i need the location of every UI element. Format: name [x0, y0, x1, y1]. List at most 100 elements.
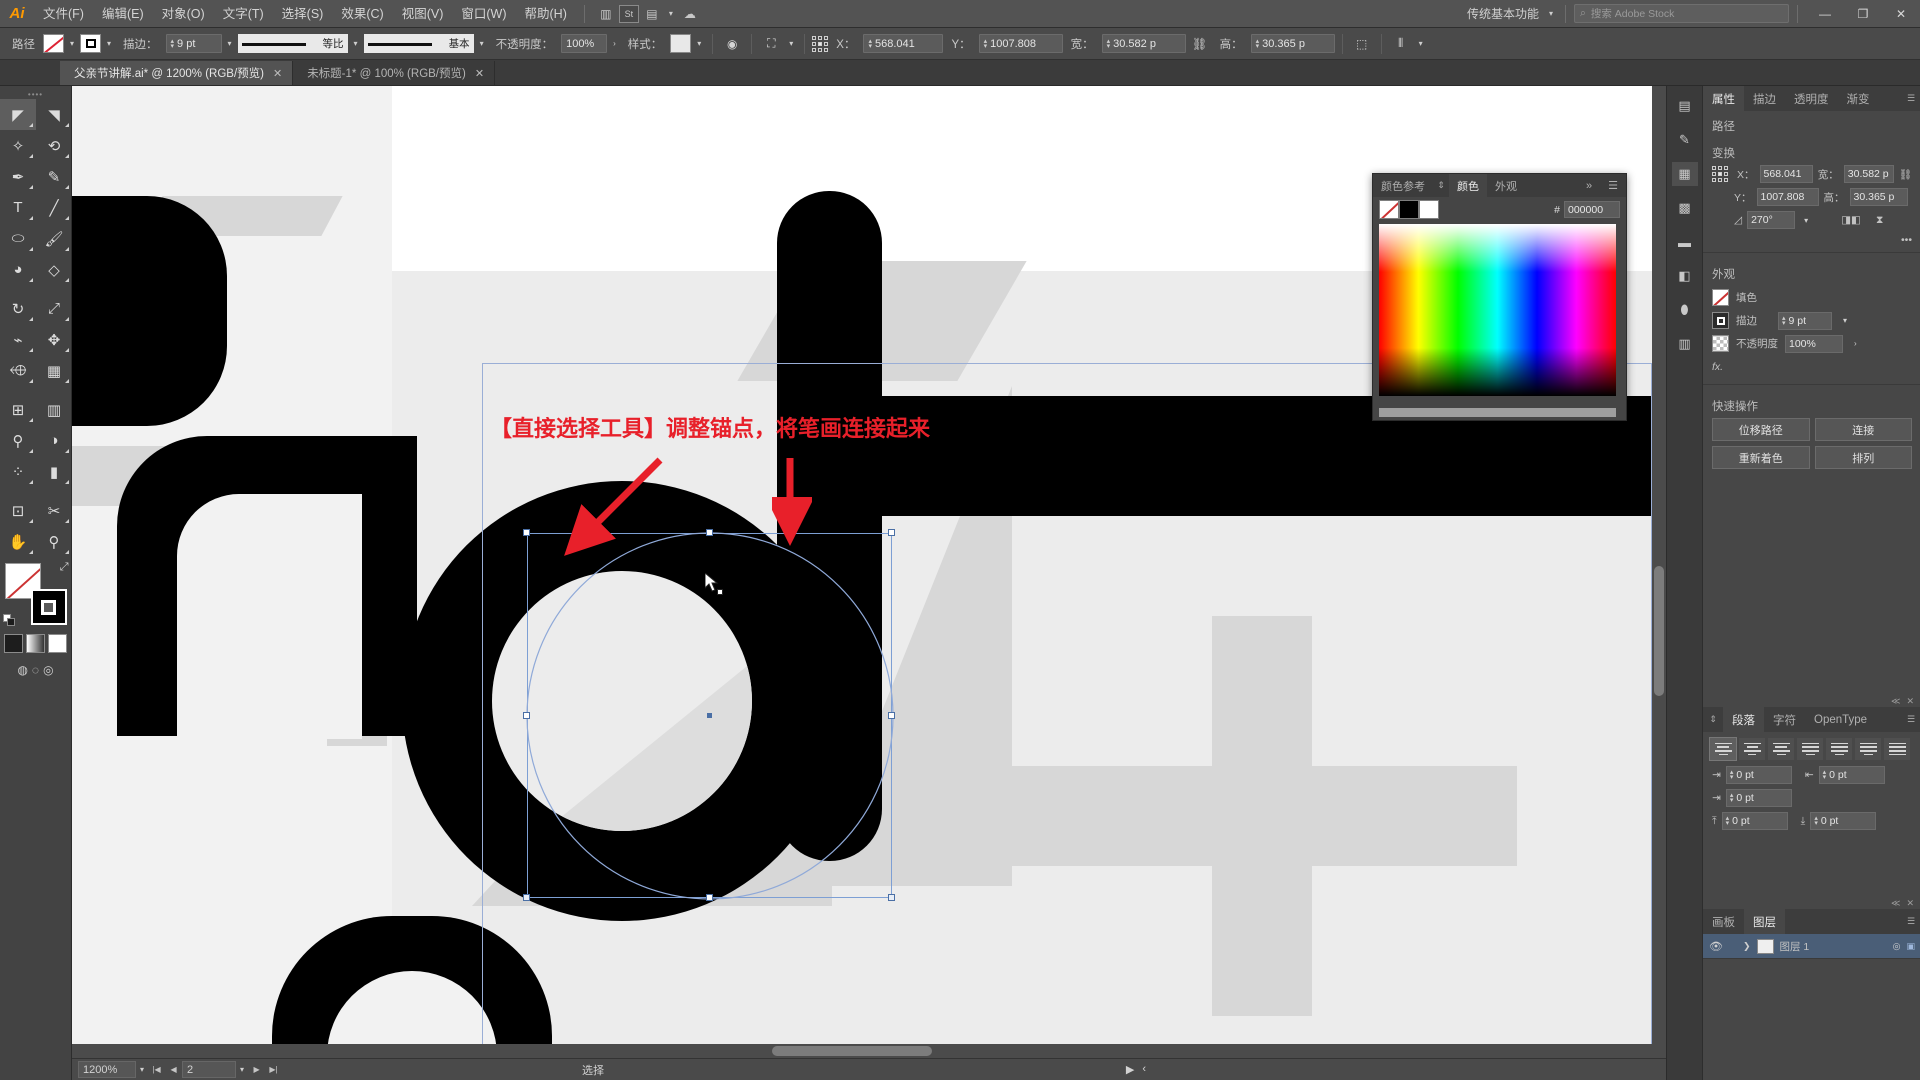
- stepper-icon[interactable]: ▴ ▾: [1814, 815, 1818, 827]
- swatch-white[interactable]: [1419, 200, 1439, 219]
- none-button[interactable]: [48, 634, 67, 653]
- artboard-tool[interactable]: ⊡: [0, 495, 36, 526]
- width-input[interactable]: ▴ ▾ 30.582 p: [1101, 34, 1186, 53]
- left-indent-input[interactable]: ▴ ▾ 0 pt: [1725, 766, 1792, 784]
- transform-more-options[interactable]: •••: [1901, 234, 1912, 246]
- menu-type[interactable]: 文字(T): [214, 0, 273, 28]
- status-text[interactable]: 选择: [582, 1062, 604, 1078]
- brushes-icon[interactable]: ✎: [1672, 128, 1698, 152]
- menu-object[interactable]: 对象(O): [153, 0, 214, 28]
- tab-transparency[interactable]: 透明度: [1785, 86, 1838, 111]
- zoom-chevron-icon[interactable]: ▾: [136, 1065, 148, 1074]
- swatch-black[interactable]: [1399, 200, 1419, 219]
- constrain-proportions-icon[interactable]: ⛓: [1188, 33, 1212, 55]
- minimize-button[interactable]: —: [1806, 0, 1844, 28]
- curvature-tool[interactable]: ✎: [36, 161, 72, 192]
- next-page-button[interactable]: ▶: [248, 1059, 265, 1080]
- variable-width-profile-select[interactable]: 等比: [237, 34, 348, 53]
- type-tool[interactable]: T: [0, 192, 36, 223]
- shape-builder-tool[interactable]: ⬲: [0, 355, 36, 386]
- layer-expand-icon[interactable]: ❯: [1743, 941, 1751, 952]
- x-input[interactable]: ▴ ▾ 568.041: [863, 34, 944, 53]
- canvas-horizontal-scrollbar[interactable]: [72, 1044, 1652, 1058]
- hand-tool[interactable]: ✋: [0, 526, 36, 557]
- gradient-button[interactable]: [26, 634, 45, 653]
- rotate-tool[interactable]: ↻: [0, 293, 36, 324]
- layer-visibility-icon[interactable]: 👁: [1709, 940, 1723, 953]
- transform-icon[interactable]: ⛶: [759, 33, 783, 55]
- stroke-weight-chevron-icon[interactable]: ▾: [1839, 316, 1851, 325]
- align-right-button[interactable]: [1768, 738, 1794, 760]
- swatch-none[interactable]: [1379, 200, 1399, 219]
- color-spectrum[interactable]: [1379, 224, 1616, 396]
- document-tab-1[interactable]: 父亲节讲解.ai* @ 1200% (RGB/预览) ✕: [60, 61, 294, 85]
- free-transform-tool[interactable]: ✥: [36, 324, 72, 355]
- close-panel-icon[interactable]: ✕: [1906, 898, 1914, 909]
- y-input[interactable]: ▴ ▾ 1007.808: [978, 34, 1063, 53]
- restore-button[interactable]: ❐: [1844, 0, 1882, 28]
- layer-list-empty-area[interactable]: [1703, 959, 1920, 1080]
- fx-icon[interactable]: fx.: [1712, 361, 1723, 373]
- status-expand-icon[interactable]: ▶: [1126, 1063, 1134, 1076]
- shaper-tool[interactable]: ◕: [0, 254, 36, 285]
- column-graph-tool[interactable]: ▮: [36, 456, 72, 487]
- gradient-panel-icon[interactable]: ◧: [1672, 264, 1698, 288]
- align-center-button[interactable]: [1739, 738, 1765, 760]
- tab-color-guide[interactable]: 颜色参考: [1373, 174, 1433, 197]
- opacity-expand-icon[interactable]: ›: [609, 39, 620, 48]
- color-panel-menu-icon[interactable]: ☰: [1600, 174, 1626, 197]
- align-icon[interactable]: ⬚: [1350, 33, 1374, 55]
- direct-selection-tool[interactable]: ◥: [36, 99, 72, 130]
- color-button[interactable]: [4, 634, 23, 653]
- fill-chevron-icon[interactable]: ▾: [66, 39, 78, 48]
- libraries-icon[interactable]: ▤: [1672, 94, 1698, 118]
- tab-layers[interactable]: 图层: [1744, 909, 1785, 934]
- tab-properties[interactable]: 属性: [1703, 86, 1744, 111]
- hex-input[interactable]: 000000: [1564, 201, 1620, 218]
- lasso-tool[interactable]: ⟲: [36, 130, 72, 161]
- color-panel-expand-icon[interactable]: »: [1578, 174, 1600, 197]
- eraser-tool[interactable]: ◇: [36, 254, 72, 285]
- slice-tool[interactable]: ✂: [36, 495, 72, 526]
- appearance-stroke-weight-input[interactable]: ▴ ▾ 9 pt: [1778, 311, 1832, 330]
- tab-character[interactable]: 字符: [1764, 707, 1805, 732]
- ellipse-tool[interactable]: ⬭: [0, 223, 36, 254]
- bridge-icon[interactable]: ▥: [593, 3, 619, 25]
- color-ramp-bar[interactable]: [1379, 408, 1616, 417]
- flip-vertical-icon[interactable]: ⧗: [1876, 214, 1883, 227]
- chevron-down-icon[interactable]: ▾: [665, 9, 677, 18]
- selection-tool[interactable]: ◤: [0, 99, 36, 130]
- align-left-button[interactable]: [1709, 737, 1737, 761]
- arrange-documents-icon[interactable]: ▤: [639, 3, 665, 25]
- join-button[interactable]: 连接: [1814, 418, 1912, 441]
- justify-last-right-button[interactable]: [1855, 738, 1881, 760]
- collapse-icon[interactable]: ≪: [1891, 696, 1900, 707]
- color-panel[interactable]: 颜色参考 ⇕ 颜色 外观 » ☰ # 000000: [1372, 173, 1627, 421]
- menu-view[interactable]: 视图(V): [393, 0, 453, 28]
- draw-normal-icon[interactable]: ◍: [17, 663, 27, 677]
- layer-select-indicator[interactable]: ▣: [1906, 941, 1915, 952]
- default-fill-stroke-icon[interactable]: [2, 614, 16, 627]
- tab-paragraph[interactable]: 段落: [1723, 707, 1764, 732]
- stock-icon[interactable]: St: [618, 4, 639, 23]
- right-indent-input[interactable]: ▴ ▾ 0 pt: [1818, 766, 1885, 784]
- justify-last-left-button[interactable]: [1797, 738, 1823, 760]
- reference-point-icon[interactable]: [812, 35, 829, 52]
- stepper-icon[interactable]: ▴ ▾: [868, 38, 872, 50]
- document-tab-2[interactable]: 未标题-1* @ 100% (RGB/预览) ✕: [293, 61, 496, 85]
- page-chevron-icon[interactable]: ▾: [236, 1065, 248, 1074]
- flip-horizontal-icon[interactable]: ◨◧: [1841, 214, 1861, 226]
- prop-height-input[interactable]: 30.365 p: [1849, 188, 1908, 206]
- close-panel-icon[interactable]: ✕: [1906, 696, 1914, 707]
- menu-edit[interactable]: 编辑(E): [93, 0, 153, 28]
- first-page-button[interactable]: |◀: [148, 1059, 165, 1080]
- arrange-button[interactable]: 排列: [1814, 446, 1912, 469]
- workspace-chevron-icon[interactable]: ▾: [1545, 9, 1557, 18]
- paragraph-grip-icon[interactable]: ⇕: [1703, 707, 1723, 732]
- zoom-level-input[interactable]: 1200%: [78, 1061, 136, 1078]
- paintbrush-tool[interactable]: 🖌: [36, 223, 72, 254]
- opacity-expand-icon[interactable]: ›: [1850, 339, 1861, 348]
- brush-chevron-icon[interactable]: ▾: [476, 39, 488, 48]
- stepper-icon[interactable]: ▴ ▾: [1823, 769, 1827, 781]
- constrain-proportions-icon[interactable]: ⛓: [1899, 168, 1912, 181]
